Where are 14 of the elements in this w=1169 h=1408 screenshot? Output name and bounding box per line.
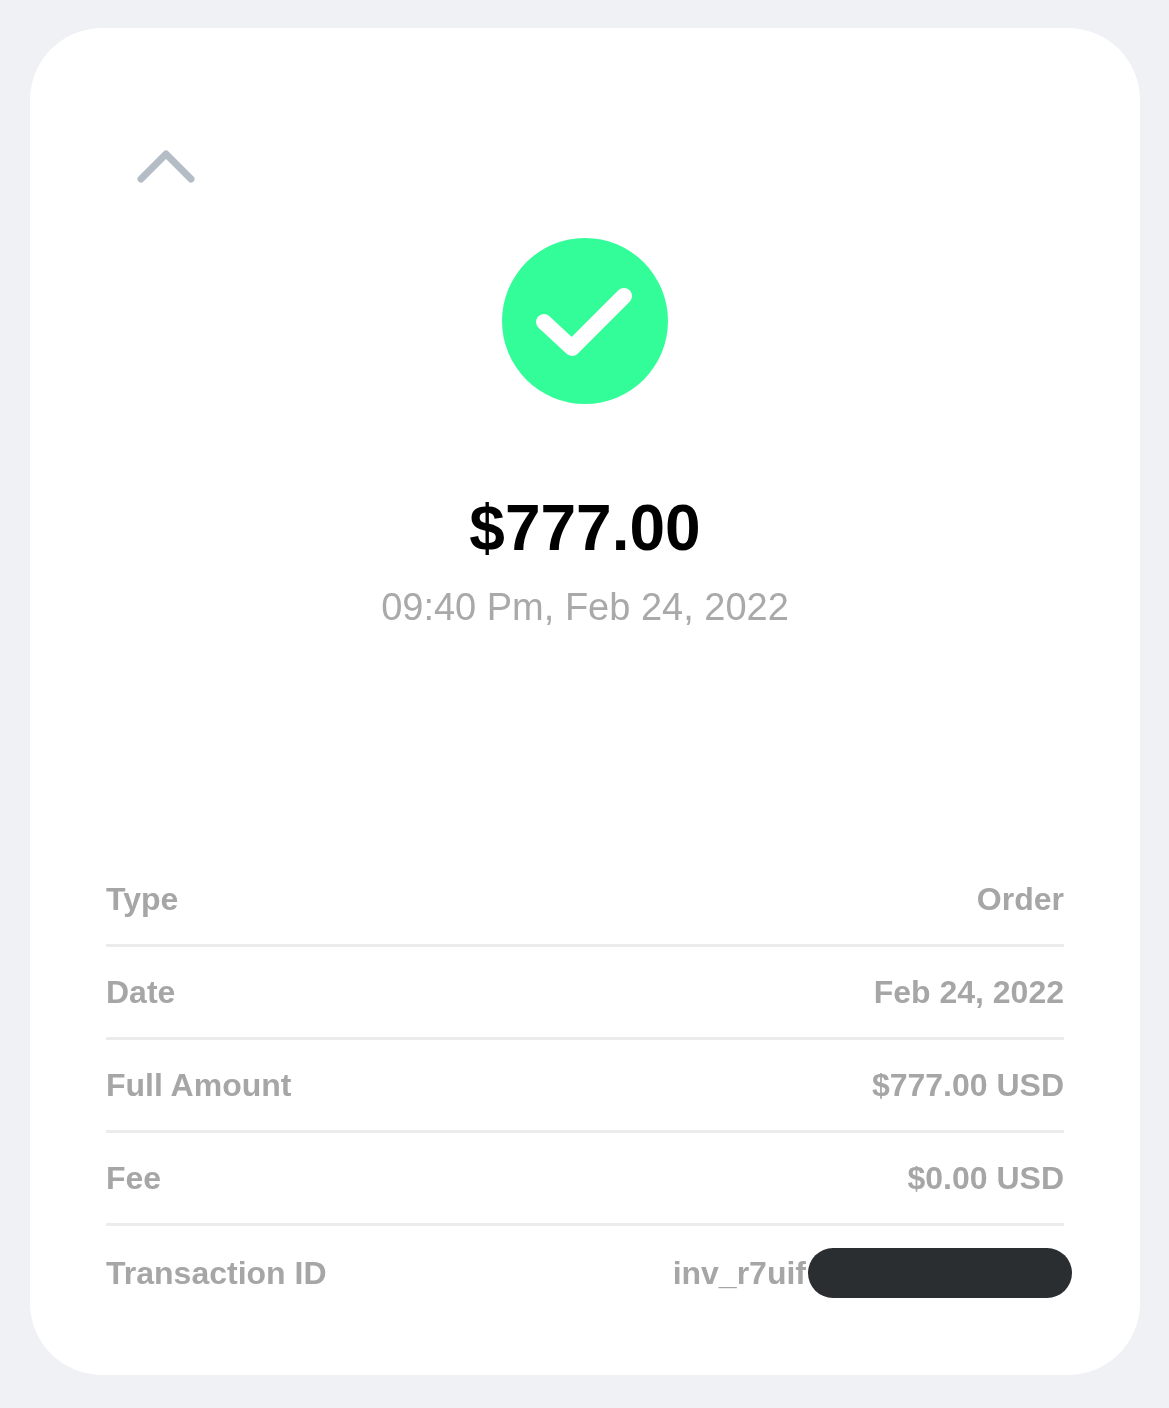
detail-label: Fee (106, 1159, 162, 1198)
detail-value: $0.00 USD (907, 1159, 1064, 1198)
chevron-up-icon (137, 149, 195, 183)
amount: $777.00 (468, 496, 702, 560)
success-check-icon (502, 238, 668, 404)
detail-value: Feb 24, 2022 (873, 973, 1064, 1012)
detail-label: Full Amount (106, 1066, 292, 1105)
timestamp: 09:40 Pm, Feb 24, 2022 (380, 588, 790, 626)
detail-value: inv_r7uif (672, 1253, 806, 1293)
detail-label: Date (106, 973, 176, 1012)
detail-value: $777.00 USD (871, 1066, 1064, 1105)
detail-value: Order (976, 880, 1064, 919)
detail-label: Transaction ID (106, 1253, 327, 1293)
detail-label: Type (106, 880, 179, 919)
